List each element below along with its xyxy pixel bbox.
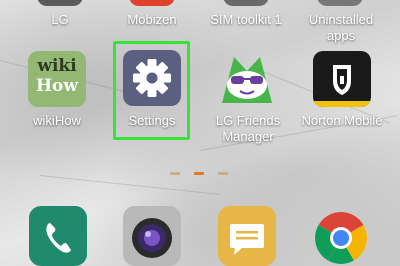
app-label: wikiHow (33, 113, 81, 128)
phone-icon[interactable] (29, 206, 87, 266)
wikihow-icon: wiki How (28, 51, 86, 107)
uninstalled-apps-icon (317, 0, 363, 6)
chrome-icon[interactable] (312, 206, 370, 266)
wikihow-logo-text-2: How (35, 76, 79, 96)
lg-icon (37, 0, 83, 6)
app-label: LG (51, 12, 69, 27)
camera-icon[interactable] (123, 206, 181, 266)
wikihow-logo-text-1: wiki (37, 56, 77, 76)
app-label-line1: Uninstalled (308, 12, 374, 27)
app-label: Settings (128, 113, 176, 128)
app-label: Mobizen (127, 12, 177, 27)
lg-friends-icon (218, 51, 276, 107)
marble-vein (39, 175, 220, 195)
page-dot[interactable] (170, 172, 180, 175)
mobizen-icon (129, 0, 175, 6)
app-label-line1: LG Friends (215, 113, 281, 128)
sim-toolkit-icon (223, 0, 269, 6)
messaging-icon[interactable] (218, 206, 276, 266)
norton-shield-icon (313, 51, 371, 107)
page-dot[interactable] (218, 172, 228, 175)
app-label: SIM toolkit 1 (210, 12, 282, 27)
page-dot-active[interactable] (194, 172, 204, 175)
app-label: Norton Mobile (301, 113, 383, 128)
app-label-line2: apps (326, 28, 356, 43)
gear-icon (123, 50, 181, 106)
app-label-line2: Manager (222, 129, 274, 144)
